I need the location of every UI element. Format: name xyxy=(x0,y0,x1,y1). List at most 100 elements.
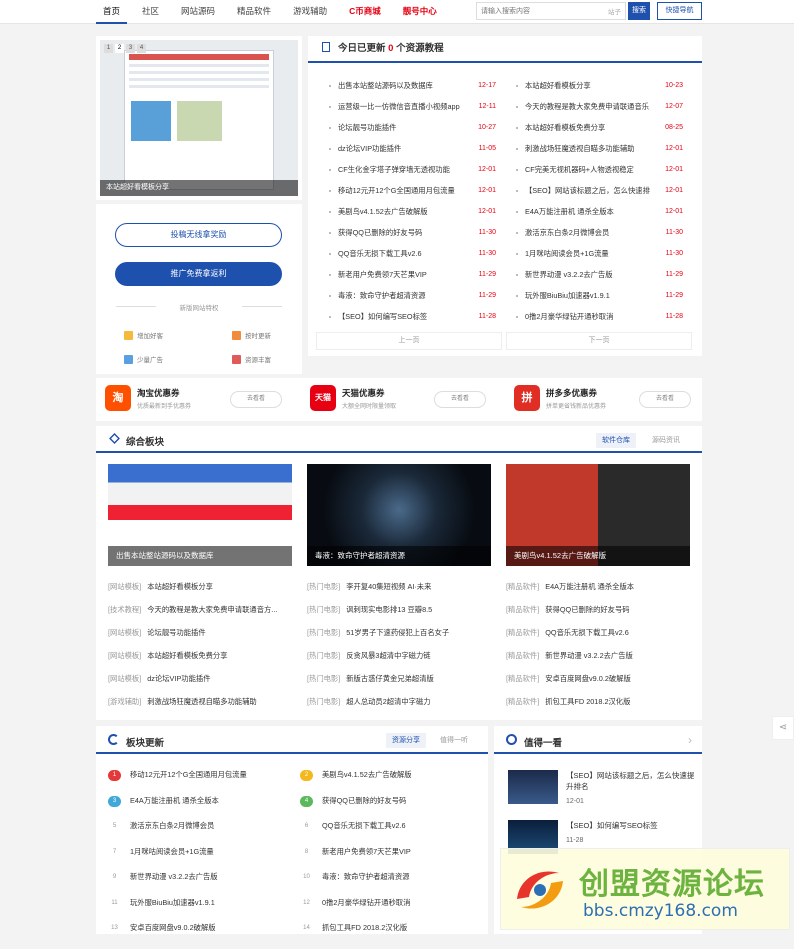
update-title[interactable]: 出售本站整站源码以及数据库 xyxy=(338,81,433,90)
ranked-item[interactable]: 5 激活京东白条2月微博会员 xyxy=(108,821,288,847)
category-label[interactable]: [技术教程] xyxy=(108,605,141,614)
update-title[interactable]: CF生化金字塔子弹穿墙无透视功能 xyxy=(338,165,450,174)
category-label[interactable]: [网站模板] xyxy=(108,674,141,683)
item-title[interactable]: 美剧鸟v4.1.52去广告破解版 xyxy=(322,770,412,780)
item-title[interactable]: 反贪风暴3超清中字磁力链 xyxy=(346,651,430,660)
nav-community[interactable]: 社区 xyxy=(135,0,166,24)
category-label[interactable]: [热门电影] xyxy=(307,605,340,614)
category-label[interactable]: [精品软件] xyxy=(506,651,539,660)
item-title[interactable]: 新版古惑仔黄金兄弟超清版 xyxy=(346,674,434,683)
item-title[interactable]: 本站超好看模板分享 xyxy=(147,582,213,591)
item-title[interactable]: 获得QQ已删除的好友号码 xyxy=(322,796,406,806)
coupon-tmall[interactable]: 天猫 天猫优惠券 大额全网时限量领取 xyxy=(310,385,396,411)
update-title[interactable]: CF完美无视机器码+人物透视稳定 xyxy=(525,165,634,174)
tab-resource-share[interactable]: 资源分享 xyxy=(386,733,426,748)
ranked-item[interactable]: 6 QQ音乐无损下载工具v2.6 xyxy=(300,821,480,847)
item-title[interactable]: 论坛靓号功能插件 xyxy=(147,628,205,637)
coupon-go-button[interactable]: 去看看 xyxy=(434,391,486,408)
tab-worth-listening[interactable]: 值得一听 xyxy=(434,733,474,748)
tab-software[interactable]: 软件仓库 xyxy=(596,433,636,448)
ranked-item[interactable]: 10 毒液：致命守护者超清资源 xyxy=(300,872,480,898)
item-title[interactable]: 刺激战场狂魔透视自瞄多功能辅助 xyxy=(147,697,256,706)
nav-software[interactable]: 精品软件 xyxy=(230,0,278,24)
category-label[interactable]: [精品软件] xyxy=(506,697,539,706)
item-title[interactable]: 玩外服BiuBiu加速器v1.9.1 xyxy=(130,898,215,908)
item-title[interactable]: 李开复40集短视频 AI·未来 xyxy=(346,582,431,591)
list-item[interactable]: [网站模板] 论坛靓号功能插件 xyxy=(108,628,292,651)
update-title[interactable]: 刺激战场狂魔透视自瞄多功能辅助 xyxy=(525,144,634,153)
list-item[interactable]: [游戏辅助] 刺激战场狂魔透视自瞄多功能辅助 xyxy=(108,697,292,720)
category-label[interactable]: [精品软件] xyxy=(506,582,539,591)
slide-caption[interactable]: 本站超好看模板分享 xyxy=(100,180,298,196)
item-title[interactable]: 本站超好看模板免费分享 xyxy=(147,651,227,660)
nav-home[interactable]: 首页 xyxy=(96,0,128,24)
submit-reward-button[interactable]: 投稿无线拿奖励 xyxy=(115,223,282,247)
slide-dot[interactable]: 3 xyxy=(126,44,135,53)
coupon-go-button[interactable]: 去看看 xyxy=(230,391,282,408)
list-item[interactable]: [精品软件] 新世界动漫 v3.2.2去广告版 xyxy=(506,651,690,674)
ranked-item[interactable]: 11 玩外服BiuBiu加速器v1.9.1 xyxy=(108,898,288,924)
category-label[interactable]: [热门电影] xyxy=(307,628,340,637)
nav-site-source[interactable]: 网站源码 xyxy=(174,0,222,24)
item-title[interactable]: 毒液：致命守护者超清资源 xyxy=(322,872,410,882)
list-item[interactable]: [热门电影] 讽刺现实电影排13 豆瓣8.5 xyxy=(307,605,491,628)
category-label[interactable]: [热门电影] xyxy=(307,582,340,591)
ranked-item[interactable]: 4 获得QQ已删除的好友号码 xyxy=(300,795,480,822)
item-title[interactable]: 抓包工具FD 2018.2汉化版 xyxy=(322,923,407,933)
update-title[interactable]: 【SEO】如何编写SEO标签 xyxy=(338,312,427,321)
update-item[interactable]: QQ音乐无损下载工具v2.6 11-30 xyxy=(326,248,496,269)
next-page-button[interactable]: 下一页 xyxy=(506,332,692,350)
update-item[interactable]: 今天的教程是教大家免费申请联通音乐 12-07 xyxy=(513,101,683,122)
prev-page-button[interactable]: 上一页 xyxy=(316,332,502,350)
item-title[interactable]: QQ音乐无损下载工具v2.6 xyxy=(322,821,406,831)
item-title[interactable]: 安卓百度网盘v9.0.2破解版 xyxy=(130,923,216,933)
update-title[interactable]: 今天的教程是教大家免费申请联通音乐 xyxy=(525,102,649,111)
ranked-item[interactable]: 14 抓包工具FD 2018.2汉化版 xyxy=(300,923,480,949)
update-item[interactable]: E4A万能注册机 通杀全版本 12-01 xyxy=(513,206,683,227)
update-item[interactable]: 运营级一比一仿微信音直播小视频app 12-11 xyxy=(326,101,496,122)
item-title[interactable]: dz论坛VIP功能插件 xyxy=(147,674,210,683)
category-label[interactable]: [网站模板] xyxy=(108,651,141,660)
category-label[interactable]: [热门电影] xyxy=(307,674,340,683)
update-item[interactable]: 刺激战场狂魔透视自瞄多功能辅助 12-01 xyxy=(513,143,683,164)
category-label[interactable]: [网站模板] xyxy=(108,628,141,637)
item-title[interactable]: E4A万能注册机 通杀全版本 xyxy=(130,796,219,806)
update-item[interactable]: 论坛靓号功能插件 10-27 xyxy=(326,122,496,143)
item-title[interactable]: 抓包工具FD 2018.2汉化版 xyxy=(545,697,630,706)
update-item[interactable]: 出售本站整站源码以及数据库 12-17 xyxy=(326,80,496,101)
ranked-item[interactable]: 2 美剧鸟v4.1.52去广告破解版 xyxy=(300,770,480,796)
share-icon[interactable]: ⋖ xyxy=(772,716,794,740)
update-item[interactable]: 1月咪咕阅读会员+1G流量 11-30 xyxy=(513,248,683,269)
item-title[interactable]: 新世界动漫 v3.2.2去广告版 xyxy=(130,872,218,882)
update-item[interactable]: 本站超好看模板免费分享 08-25 xyxy=(513,122,683,143)
update-title[interactable]: 本站超好看模板分享 xyxy=(525,81,591,90)
item-title[interactable]: 1月咪咕阅读会员+1G流量 xyxy=(130,847,214,857)
quick-nav-button[interactable]: 快捷导航 xyxy=(657,2,702,20)
nav-coin-mall[interactable]: C币商城 xyxy=(342,0,388,24)
item-title[interactable]: QQ音乐无损下载工具v2.6 xyxy=(545,628,629,637)
category-label[interactable]: [精品软件] xyxy=(506,674,539,683)
update-item[interactable]: 【SEO】如何编写SEO标签 11-28 xyxy=(326,311,496,332)
list-item[interactable]: [网站模板] dz论坛VIP功能插件 xyxy=(108,674,292,697)
item-title[interactable]: 安卓百度网盘v9.0.2破解版 xyxy=(545,674,631,683)
chevron-right-icon[interactable]: › xyxy=(688,733,692,747)
item-title[interactable]: 今天的教程是教大家免费申请联通音方... xyxy=(147,605,277,614)
category-label[interactable]: [网站模板] xyxy=(108,582,141,591)
list-item[interactable]: [热门电影] 反贪风暴3超清中字磁力链 xyxy=(307,651,491,674)
list-item[interactable]: [精品软件] QQ音乐无损下载工具v2.6 xyxy=(506,628,690,651)
update-title[interactable]: E4A万能注册机 通杀全版本 xyxy=(525,207,614,216)
item-title[interactable]: 激活京东白条2月微博会员 xyxy=(130,821,214,831)
update-title[interactable]: 美剧鸟v4.1.52去广告破解版 xyxy=(338,207,428,216)
ranked-item[interactable]: 12 0撸2月豪华绿钻开通秒取消 xyxy=(300,898,480,924)
update-item[interactable]: 毒液：致命守护者超清资源 11-29 xyxy=(326,290,496,311)
nav-game-helper[interactable]: 游戏辅助 xyxy=(286,0,334,24)
tab-source-news[interactable]: 源码资讯 xyxy=(646,433,686,448)
category-label[interactable]: [热门电影] xyxy=(307,697,340,706)
update-item[interactable]: 美剧鸟v4.1.52去广告破解版 12-01 xyxy=(326,206,496,227)
update-item[interactable]: CF生化金字塔子弹穿墙无透视功能 12-01 xyxy=(326,164,496,185)
item-title[interactable]: E4A万能注册机 通杀全版本 xyxy=(545,582,634,591)
update-item[interactable]: 本站超好看模板分享 10-23 xyxy=(513,80,683,101)
featured-image[interactable]: 美剧鸟v4.1.52去广告破解版 xyxy=(506,464,690,566)
coupon-pinduoduo[interactable]: 拼 拼多多优惠券 拼单更省钱新品优惠券 xyxy=(514,385,606,411)
ranked-item[interactable]: 7 1月咪咕阅读会员+1G流量 xyxy=(108,847,288,873)
